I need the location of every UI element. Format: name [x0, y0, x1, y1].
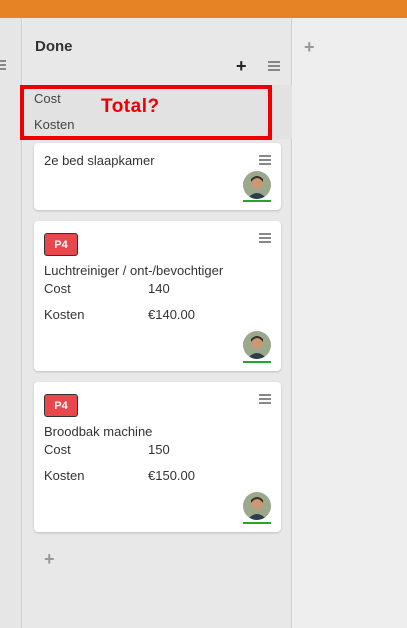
top-bar — [0, 0, 407, 18]
avatar[interactable] — [243, 331, 271, 359]
card-menu-icon[interactable] — [259, 155, 271, 165]
priority-badge: P4 — [44, 233, 78, 256]
column-menu-icon[interactable] — [0, 60, 6, 70]
avatar-underline — [243, 522, 271, 524]
cost-label: Cost — [44, 442, 71, 457]
avatar-underline — [243, 361, 271, 363]
next-column: + — [293, 18, 407, 628]
column-title: Done — [35, 38, 73, 55]
kosten-label: Kosten — [44, 307, 85, 322]
avatar[interactable] — [243, 492, 271, 520]
kosten-value: €140.00 — [148, 307, 195, 322]
annotation-text: Total? — [101, 96, 160, 117]
previous-column — [0, 18, 22, 628]
kosten-label: Kosten — [44, 468, 85, 483]
avatar-underline — [243, 200, 271, 202]
column-menu-icon[interactable] — [268, 61, 280, 71]
card-title: Broodbak machine — [44, 424, 153, 439]
kosten-value: €150.00 — [148, 468, 195, 483]
add-card-plus-icon[interactable]: + — [44, 550, 55, 568]
add-card-plus-icon[interactable]: + — [236, 57, 247, 75]
priority-badge: P4 — [44, 394, 78, 417]
card-menu-icon[interactable] — [259, 233, 271, 243]
card-broodbak-machine[interactable]: P4 Broodbak machine Cost 150 Kosten €150… — [34, 382, 281, 532]
card-luchtreiniger[interactable]: P4 Luchtreiniger / ont-/bevochtiger Cost… — [34, 221, 281, 371]
add-column-plus-icon[interactable]: + — [304, 38, 315, 56]
cost-value: 150 — [148, 442, 170, 457]
avatar[interactable] — [243, 171, 271, 199]
card-menu-icon[interactable] — [259, 394, 271, 404]
card-title: 2e bed slaapkamer — [44, 153, 155, 168]
card-title: Luchtreiniger / ont-/bevochtiger — [44, 263, 224, 278]
card-2e-bed-slaapkamer[interactable]: 2e bed slaapkamer — [34, 143, 281, 210]
cost-value: 140 — [148, 281, 170, 296]
cost-label: Cost — [44, 281, 71, 296]
